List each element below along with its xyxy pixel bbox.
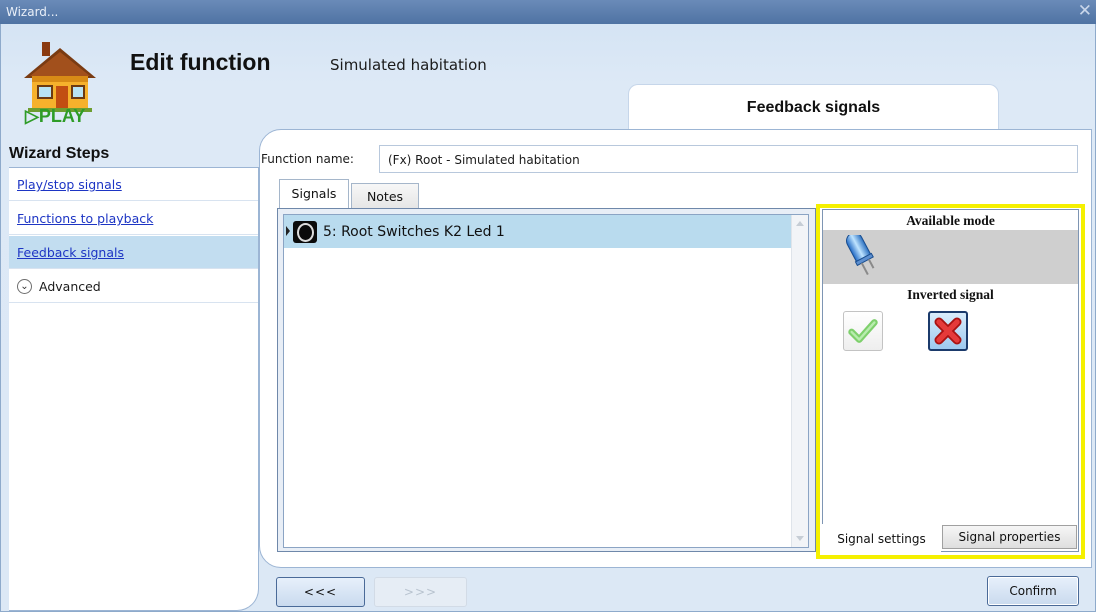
next-button[interactable]: >>> — [374, 577, 467, 607]
tab-notes[interactable]: Notes — [351, 183, 419, 209]
function-name-label: Function name: — [261, 152, 354, 166]
close-icon[interactable]: ✕ — [1078, 2, 1092, 20]
signals-list[interactable]: 5: Root Switches K2 Led 1 — [283, 214, 809, 548]
inverted-yes-button[interactable] — [843, 311, 883, 351]
check-icon — [848, 319, 878, 343]
led-bulb-icon[interactable] — [845, 235, 879, 279]
current-step-tab: Feedback signals — [628, 84, 999, 130]
step-link[interactable]: Play/stop signals — [17, 177, 122, 192]
step-link[interactable]: Feedback signals — [17, 245, 124, 260]
current-step-label: Feedback signals — [746, 99, 881, 116]
settings-tabs: Signal settings Signal properties — [822, 524, 1079, 552]
step-play-stop-signals[interactable]: Play/stop signals — [9, 168, 258, 201]
page-subtitle: Simulated habitation — [330, 56, 487, 74]
available-mode-title: Available mode — [906, 213, 995, 228]
function-name-input[interactable]: (Fx) Root - Simulated habitation — [379, 145, 1078, 173]
inverted-signal-title: Inverted signal — [907, 287, 994, 302]
tab-signals[interactable]: Signals — [279, 179, 349, 209]
available-mode-strip — [823, 230, 1078, 284]
signals-list-container: 5: Root Switches K2 Led 1 — [277, 208, 816, 552]
advanced-toggle[interactable]: ⌄ Advanced — [9, 270, 258, 303]
wizard-steps-title: Wizard Steps — [9, 145, 110, 162]
play-logo-text: ▷PLAY — [25, 106, 86, 126]
inverted-no-button[interactable] — [928, 311, 968, 351]
chevron-down-circle-icon[interactable]: ⌄ — [17, 279, 32, 294]
step-link[interactable]: Functions to playback — [17, 211, 153, 226]
scroll-up-icon[interactable] — [796, 221, 804, 226]
signal-row[interactable]: 5: Root Switches K2 Led 1 — [284, 215, 792, 248]
step-functions-to-playback[interactable]: Functions to playback — [9, 202, 258, 235]
tab-signal-properties[interactable]: Signal properties — [942, 525, 1077, 549]
scroll-down-icon[interactable] — [796, 536, 804, 541]
wizard-steps-panel: Play/stop signals Functions to playback … — [9, 167, 259, 611]
led-signal-icon — [293, 221, 317, 243]
back-button[interactable]: <<< — [276, 577, 365, 607]
confirm-button[interactable]: Confirm — [987, 576, 1079, 606]
step-feedback-signals[interactable]: Feedback signals — [9, 236, 258, 269]
row-expand-arrow-icon[interactable] — [286, 226, 290, 236]
signal-row-label: 5: Root Switches K2 Led 1 — [323, 224, 505, 240]
signals-scrollbar[interactable] — [791, 215, 808, 547]
advanced-label: Advanced — [39, 279, 101, 294]
page-title: Edit function — [130, 49, 271, 75]
tab-signal-settings[interactable]: Signal settings — [822, 524, 941, 552]
signal-settings-panel: Available mode Inverted signal — [822, 209, 1079, 552]
x-icon — [934, 317, 962, 345]
window-titlebar: Wizard... ✕ — [0, 0, 1096, 24]
window-title: Wizard... — [6, 5, 59, 19]
